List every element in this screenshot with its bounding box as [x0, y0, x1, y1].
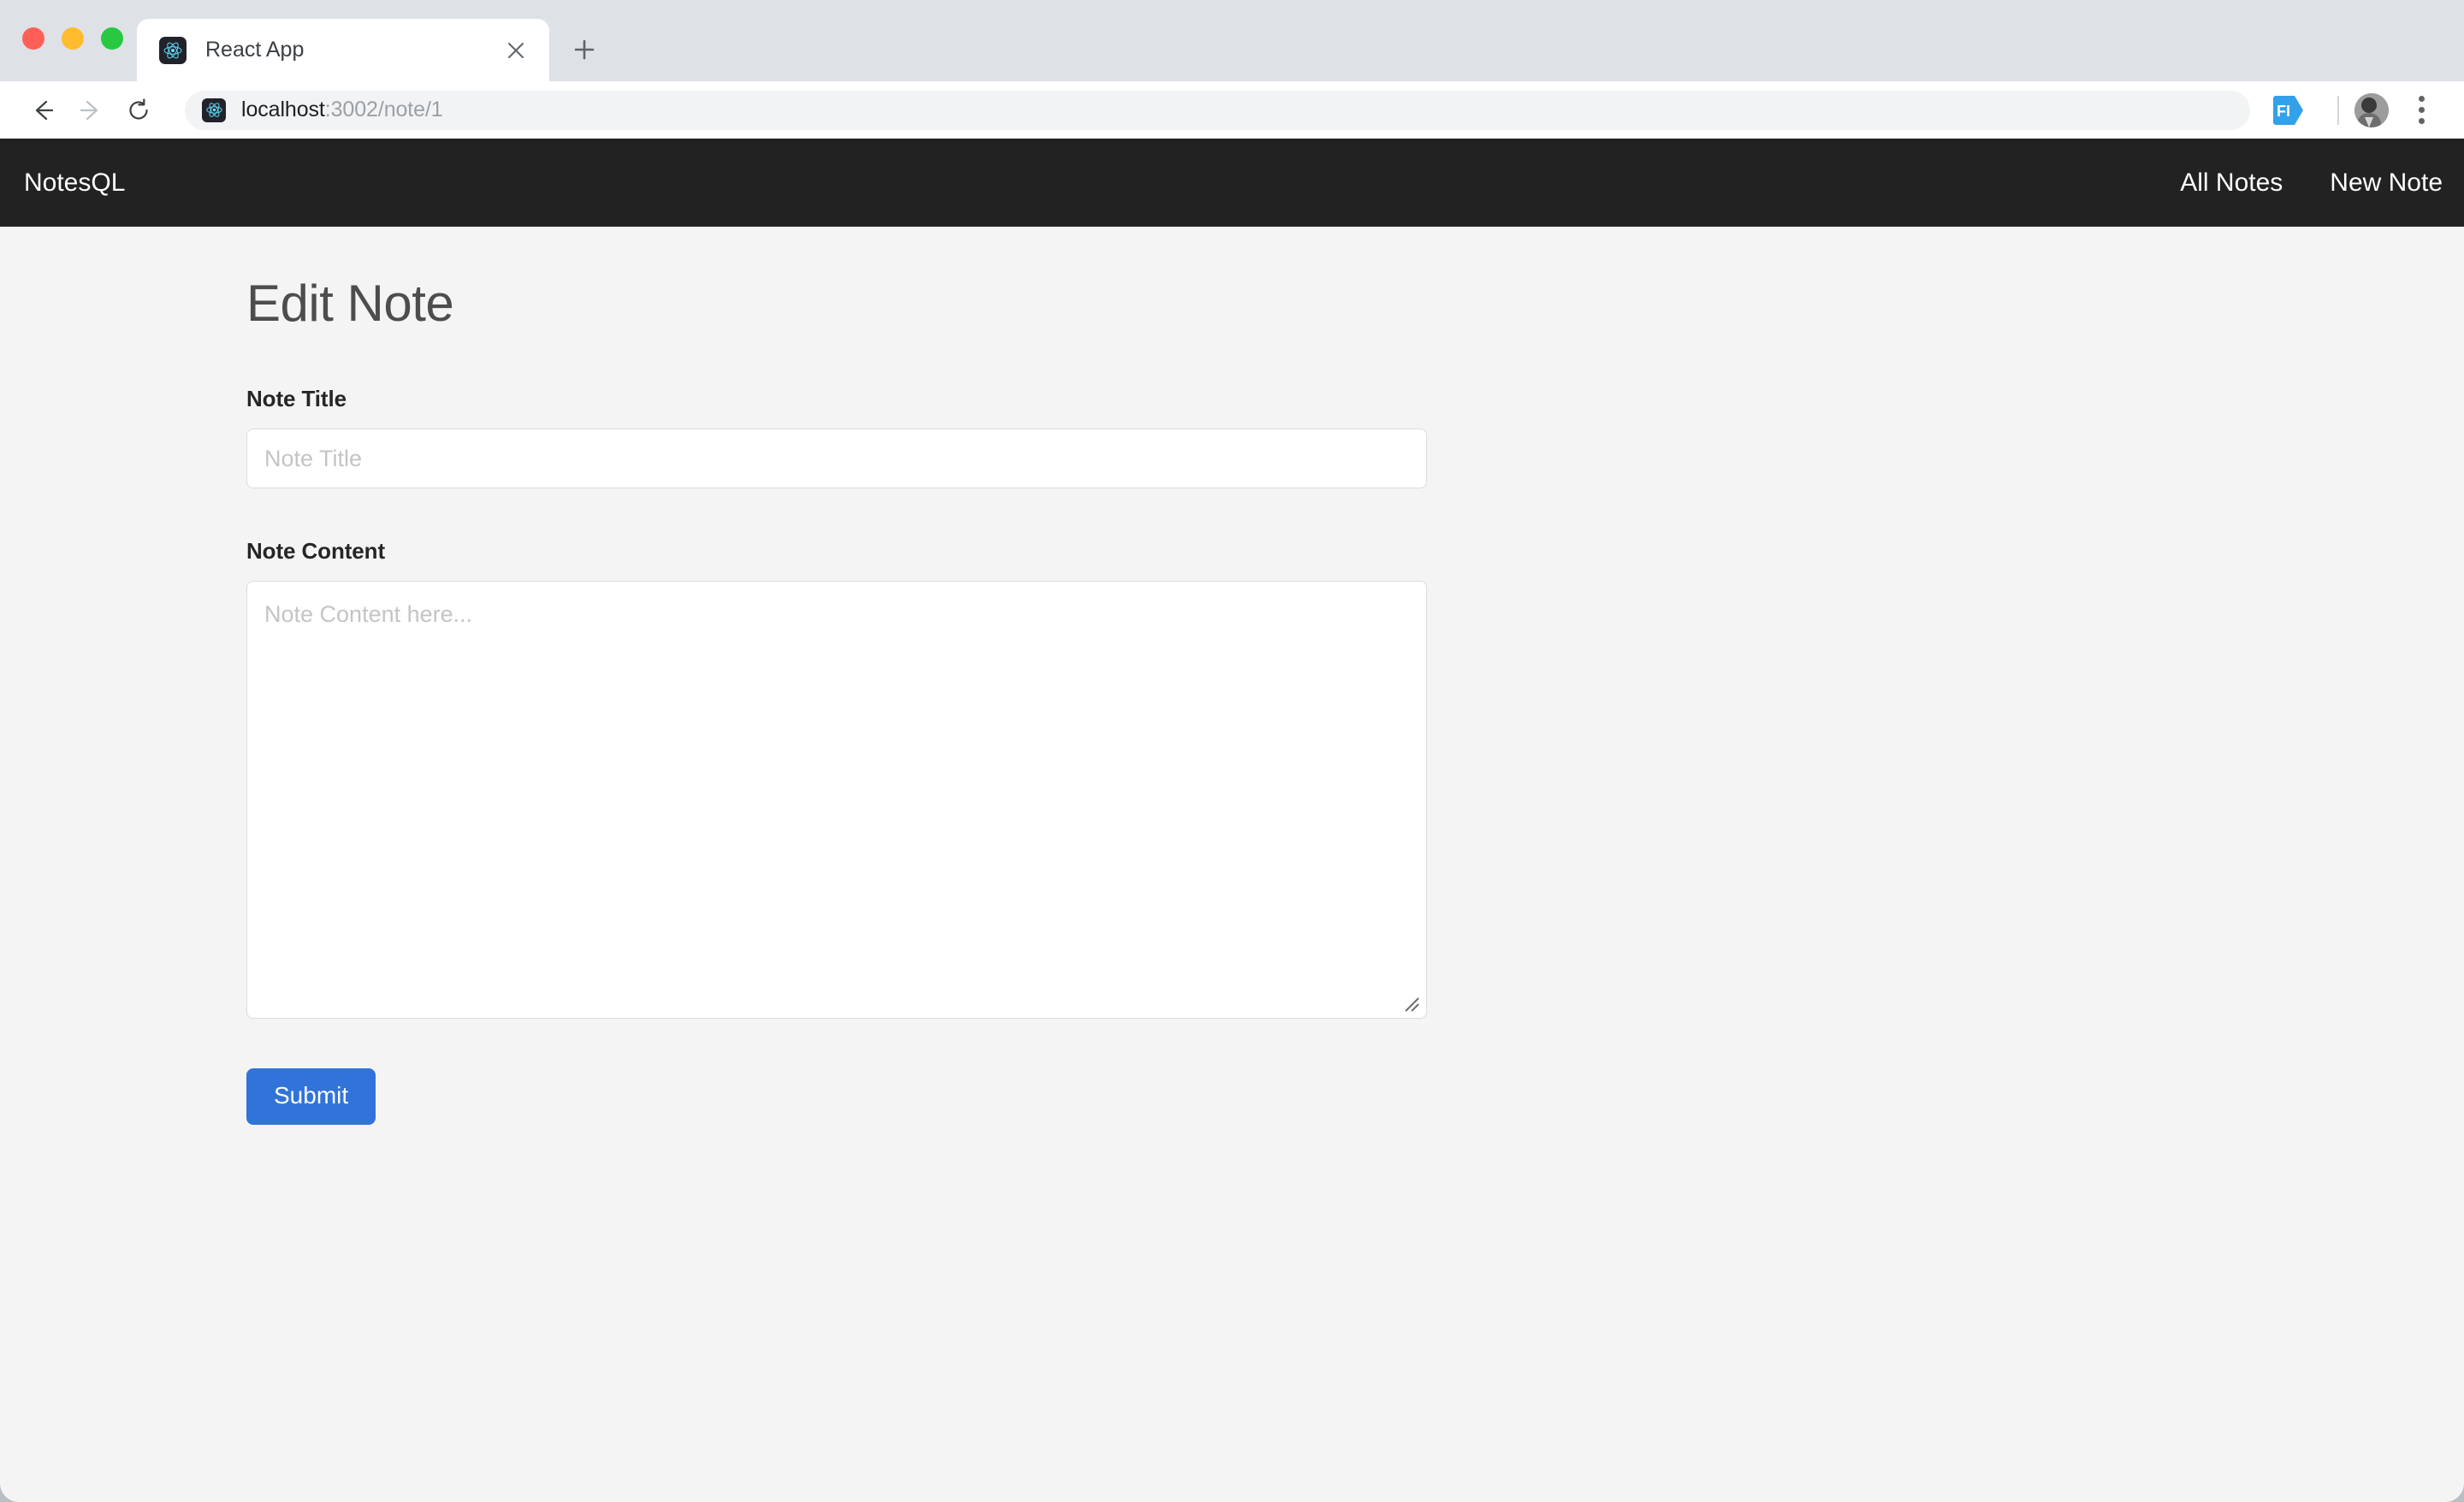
- note-content-group: Note Content: [246, 538, 2464, 1019]
- close-icon[interactable]: [501, 36, 530, 65]
- toolbar-divider: [2337, 95, 2339, 125]
- note-title-group: Note Title: [246, 386, 2464, 488]
- minimize-window-button[interactable]: [62, 27, 84, 50]
- browser-window: React App localhost:3002/note/1 FI Notes…: [0, 0, 2464, 1502]
- address-bar-path: :3002/note/1: [324, 98, 443, 121]
- app-navbar: NotesQL All Notes New Note: [0, 139, 2464, 227]
- address-bar-url: localhost:3002/note/1: [241, 98, 443, 122]
- note-title-input[interactable]: [246, 429, 1427, 488]
- three-dot-menu-icon[interactable]: [2401, 90, 2442, 131]
- svg-text:FI: FI: [2277, 103, 2290, 120]
- nav-link-new-note[interactable]: New Note: [2330, 169, 2443, 198]
- new-tab-button[interactable]: [565, 30, 604, 69]
- fi-extension-icon[interactable]: FI: [2271, 94, 2307, 127]
- reload-icon[interactable]: [115, 86, 163, 134]
- arrow-left-icon[interactable]: [19, 86, 67, 134]
- nav-link-all-notes[interactable]: All Notes: [2180, 169, 2283, 198]
- note-content-wrap: [246, 581, 1427, 1019]
- note-title-label: Note Title: [246, 386, 346, 411]
- react-logo-icon: [159, 36, 187, 64]
- profile-avatar[interactable]: [2354, 92, 2389, 127]
- browser-toolbar: localhost:3002/note/1 FI: [0, 81, 2464, 139]
- submit-button[interactable]: Submit: [246, 1068, 376, 1125]
- note-content-textarea[interactable]: [246, 581, 1427, 1019]
- browser-tab-title: React App: [205, 38, 305, 62]
- browser-tab[interactable]: React App: [137, 19, 549, 81]
- note-content-label: Note Content: [246, 538, 385, 564]
- brand-logo[interactable]: NotesQL: [24, 169, 125, 198]
- maximize-window-button[interactable]: [101, 27, 123, 50]
- content-container: Edit Note Note Title Note Content: [0, 227, 2464, 1125]
- react-logo-icon: [202, 98, 226, 122]
- address-bar[interactable]: localhost:3002/note/1: [185, 90, 2250, 130]
- note-form: Note Title Note Content Submit: [246, 386, 2464, 1125]
- page-content: Edit Note Note Title Note Content: [0, 227, 2464, 1502]
- page-title: Edit Note: [246, 275, 454, 332]
- close-window-button[interactable]: [22, 27, 44, 50]
- browser-tab-strip: React App: [0, 0, 2464, 81]
- navbar-links: All Notes New Note: [2180, 169, 2443, 198]
- arrow-right-icon: [67, 86, 115, 134]
- window-controls: [22, 27, 123, 50]
- address-bar-host: localhost: [241, 98, 325, 121]
